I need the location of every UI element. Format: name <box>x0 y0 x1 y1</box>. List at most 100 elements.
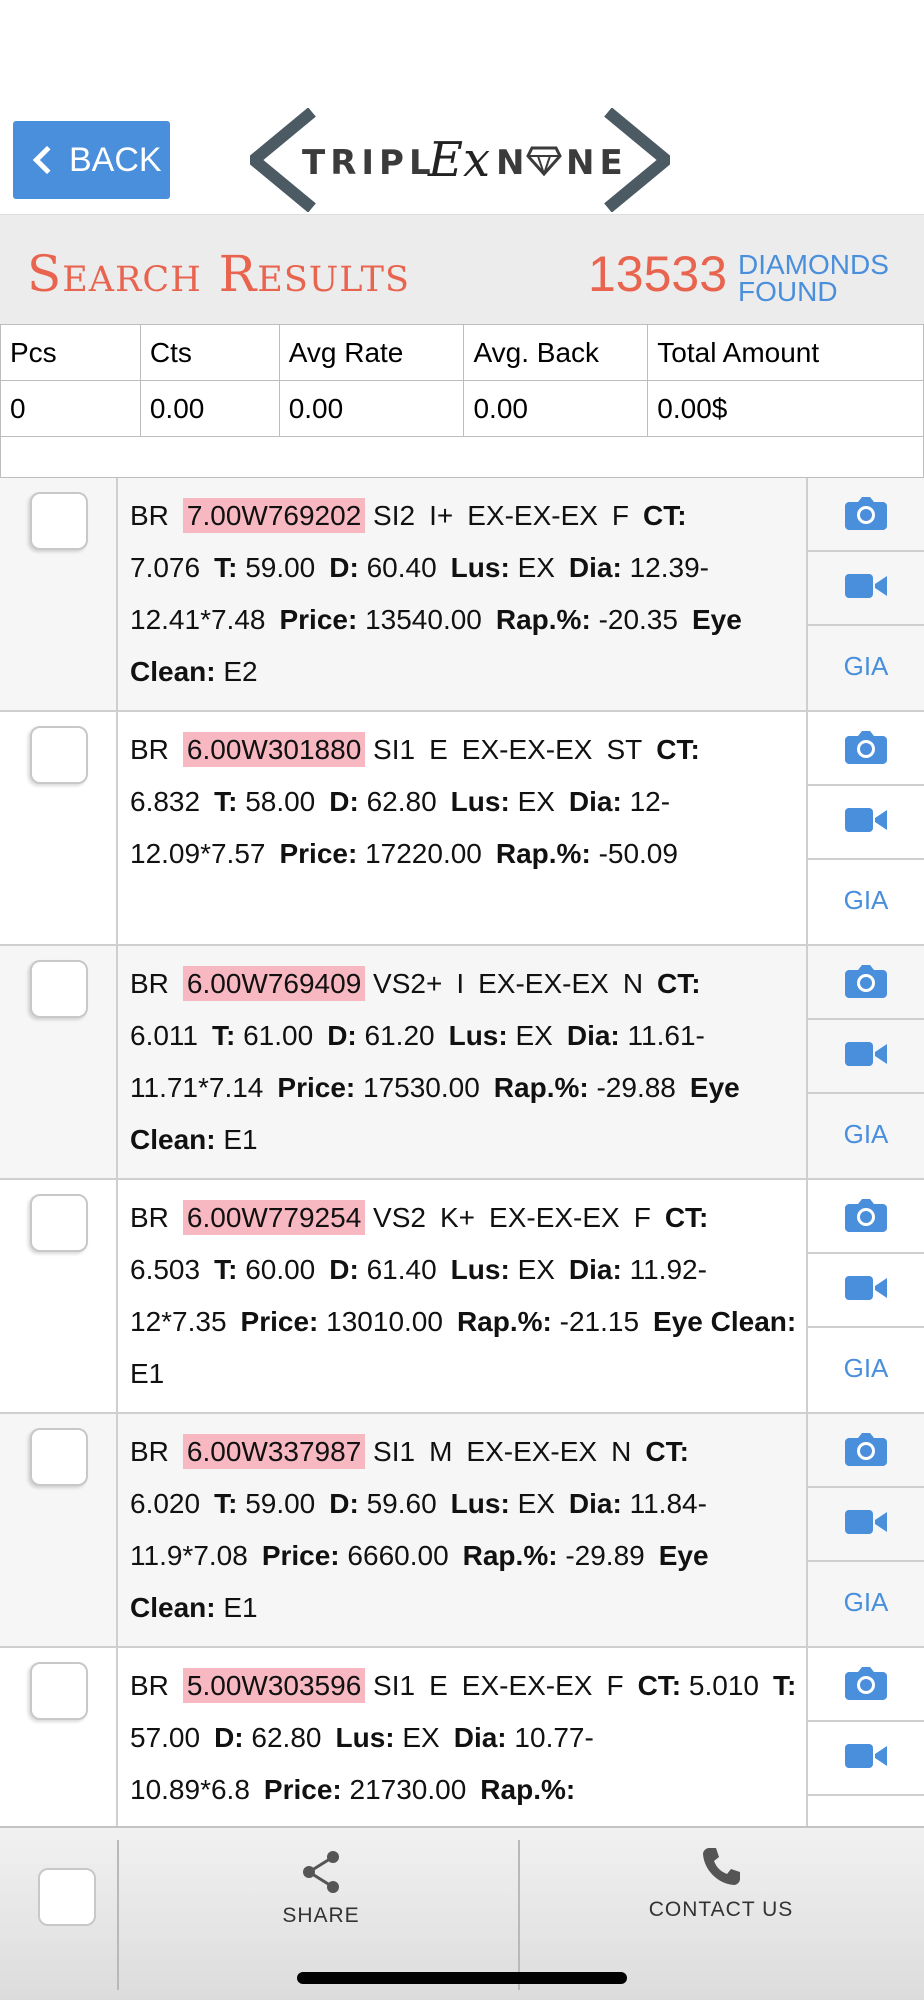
photo-button[interactable] <box>808 946 924 1020</box>
label-lus: Lus: <box>450 1488 510 1519</box>
summary-header-row: Pcs Cts Avg Rate Avg. Back Total Amount <box>0 324 924 381</box>
label-t: T: <box>214 552 238 583</box>
fluorescence: N <box>611 1436 632 1467</box>
video-button[interactable] <box>808 1254 924 1328</box>
row-actions: GIA <box>806 946 924 1178</box>
chevron-left-icon <box>32 145 62 175</box>
summary-header-pcs: Pcs <box>0 324 141 381</box>
camera-icon <box>845 728 887 769</box>
row-actions: GIA <box>806 1648 924 1826</box>
label-rap: Rap.%: <box>456 1306 552 1337</box>
page-title: Search Results <box>27 245 411 303</box>
label-d: D: <box>329 1488 359 1519</box>
result-row[interactable]: BR 6.00W779254 VS2 K+ EX-EX-EX F CT: 6.503 T: … <box>0 1180 924 1414</box>
result-row[interactable]: BR 7.00W769202 SI2 I+ EX-EX-EX F CT: 7.076 T: … <box>0 478 924 712</box>
camera-icon <box>845 1430 887 1471</box>
value-lus: EX <box>515 1020 553 1051</box>
gia-certificate-link[interactable]: GIA <box>808 626 924 706</box>
label-ct: CT: <box>637 1670 682 1701</box>
value-ct: 7.076 <box>130 552 201 583</box>
value-t: 59.00 <box>245 552 316 583</box>
select-all-checkbox[interactable] <box>38 1868 96 1926</box>
stone-id-link[interactable]: 6.00W301880 <box>182 732 366 767</box>
video-button[interactable] <box>808 786 924 860</box>
cut-grade: EX-EX-EX <box>467 500 598 531</box>
row-select-cell <box>0 478 118 710</box>
value-eye-clean: E1 <box>223 1124 258 1155</box>
summary-header-total-amount: Total Amount <box>647 324 924 381</box>
summary-header-avg-rate: Avg Rate <box>278 324 465 381</box>
clarity: SI1 <box>373 1670 416 1701</box>
label-ct: CT: <box>657 968 701 999</box>
gia-certificate-link[interactable]: GIA <box>808 1328 924 1408</box>
label-ct: CT: <box>656 734 700 765</box>
label-d: D: <box>329 552 359 583</box>
result-row[interactable]: BR 6.00W301880 SI1 E EX-EX-EX ST CT: 6.832 T: … <box>0 712 924 946</box>
camera-icon <box>845 1664 887 1705</box>
label-t: T: <box>772 1670 797 1701</box>
results-title-bar: Search Results 13533 DIAMONDS FOUND <box>0 214 924 324</box>
row-checkbox[interactable] <box>30 1662 88 1720</box>
row-checkbox[interactable] <box>30 492 88 550</box>
shape: BR <box>130 1436 169 1467</box>
photo-button[interactable] <box>808 1180 924 1254</box>
share-button[interactable]: SHARE <box>200 1848 442 1928</box>
row-checkbox[interactable] <box>30 726 88 784</box>
contact-us-button[interactable]: CONTACT US <box>600 1844 842 1922</box>
results-found-label: DIAMONDS FOUND <box>738 249 889 306</box>
summary-value-pcs: 0 <box>0 380 141 437</box>
clarity: VS2+ <box>373 968 443 999</box>
camera-icon <box>845 1196 887 1237</box>
value-t: 60.00 <box>245 1254 316 1285</box>
video-camera-icon <box>845 1039 887 1074</box>
gia-certificate-link[interactable]: GIA <box>808 1796 924 1827</box>
photo-button[interactable] <box>808 1414 924 1488</box>
color: I <box>456 968 465 999</box>
stone-details: BR 6.00W779254 VS2 K+ EX-EX-EX F CT: 6.503 T: … <box>130 1192 798 1400</box>
logo-text-end: NE <box>566 143 628 183</box>
stone-id-link[interactable]: 5.00W303596 <box>182 1668 366 1703</box>
label-rap: Rap.%: <box>495 604 591 635</box>
cut-grade: EX-EX-EX <box>466 1436 598 1467</box>
cut-grade: EX-EX-EX <box>461 734 593 765</box>
color: E <box>429 734 448 765</box>
value-eye-clean: E1 <box>130 1358 165 1389</box>
stone-id-link[interactable]: 6.00W769409 <box>182 966 366 1001</box>
row-checkbox[interactable] <box>30 1428 88 1486</box>
photo-button[interactable] <box>808 478 924 552</box>
photo-button[interactable] <box>808 712 924 786</box>
video-button[interactable] <box>808 552 924 626</box>
label-price: Price: <box>261 1540 340 1571</box>
summary-header-cts: Cts <box>139 324 280 381</box>
gia-certificate-link[interactable]: GIA <box>808 1094 924 1174</box>
stone-id-link[interactable]: 7.00W769202 <box>182 498 366 533</box>
video-button[interactable] <box>808 1020 924 1094</box>
found-line-1: DIAMONDS <box>738 249 889 280</box>
video-camera-icon <box>845 571 887 606</box>
video-button[interactable] <box>808 1722 924 1796</box>
value-t: 57.00 <box>130 1722 201 1753</box>
color: M <box>429 1436 453 1467</box>
results-list[interactable]: BR 7.00W769202 SI2 I+ EX-EX-EX F CT: 7.076 T: … <box>0 478 924 1826</box>
fluorescence: F <box>606 1670 624 1701</box>
result-row[interactable]: BR 6.00W337987 SI1 M EX-EX-EX N CT: 6.020 T: 5… <box>0 1414 924 1648</box>
video-button[interactable] <box>808 1488 924 1562</box>
back-button[interactable]: BACK <box>13 121 170 199</box>
stone-id-link[interactable]: 6.00W779254 <box>182 1200 366 1235</box>
video-camera-icon <box>845 1741 887 1776</box>
logo-text-left: TRIPL <box>302 143 436 183</box>
gia-certificate-link[interactable]: GIA <box>808 1562 924 1642</box>
label-d: D: <box>327 1020 357 1051</box>
label-t: T: <box>214 1488 238 1519</box>
row-checkbox[interactable] <box>30 1194 88 1252</box>
photo-button[interactable] <box>808 1648 924 1722</box>
stone-id-link[interactable]: 6.00W337987 <box>182 1434 366 1469</box>
gia-certificate-link[interactable]: GIA <box>808 860 924 940</box>
result-row[interactable]: BR 6.00W769409 VS2+ I EX-EX-EX N CT: 6.011 T: … <box>0 946 924 1180</box>
result-row[interactable]: BR 5.00W303596 SI1 E EX-EX-EX F CT: 5.010 T: 5… <box>0 1648 924 1826</box>
row-select-cell <box>0 1414 118 1646</box>
row-checkbox[interactable] <box>30 960 88 1018</box>
value-rap: -29.89 <box>565 1540 645 1571</box>
row-actions: GIA <box>806 1414 924 1646</box>
video-camera-icon <box>845 1507 887 1542</box>
